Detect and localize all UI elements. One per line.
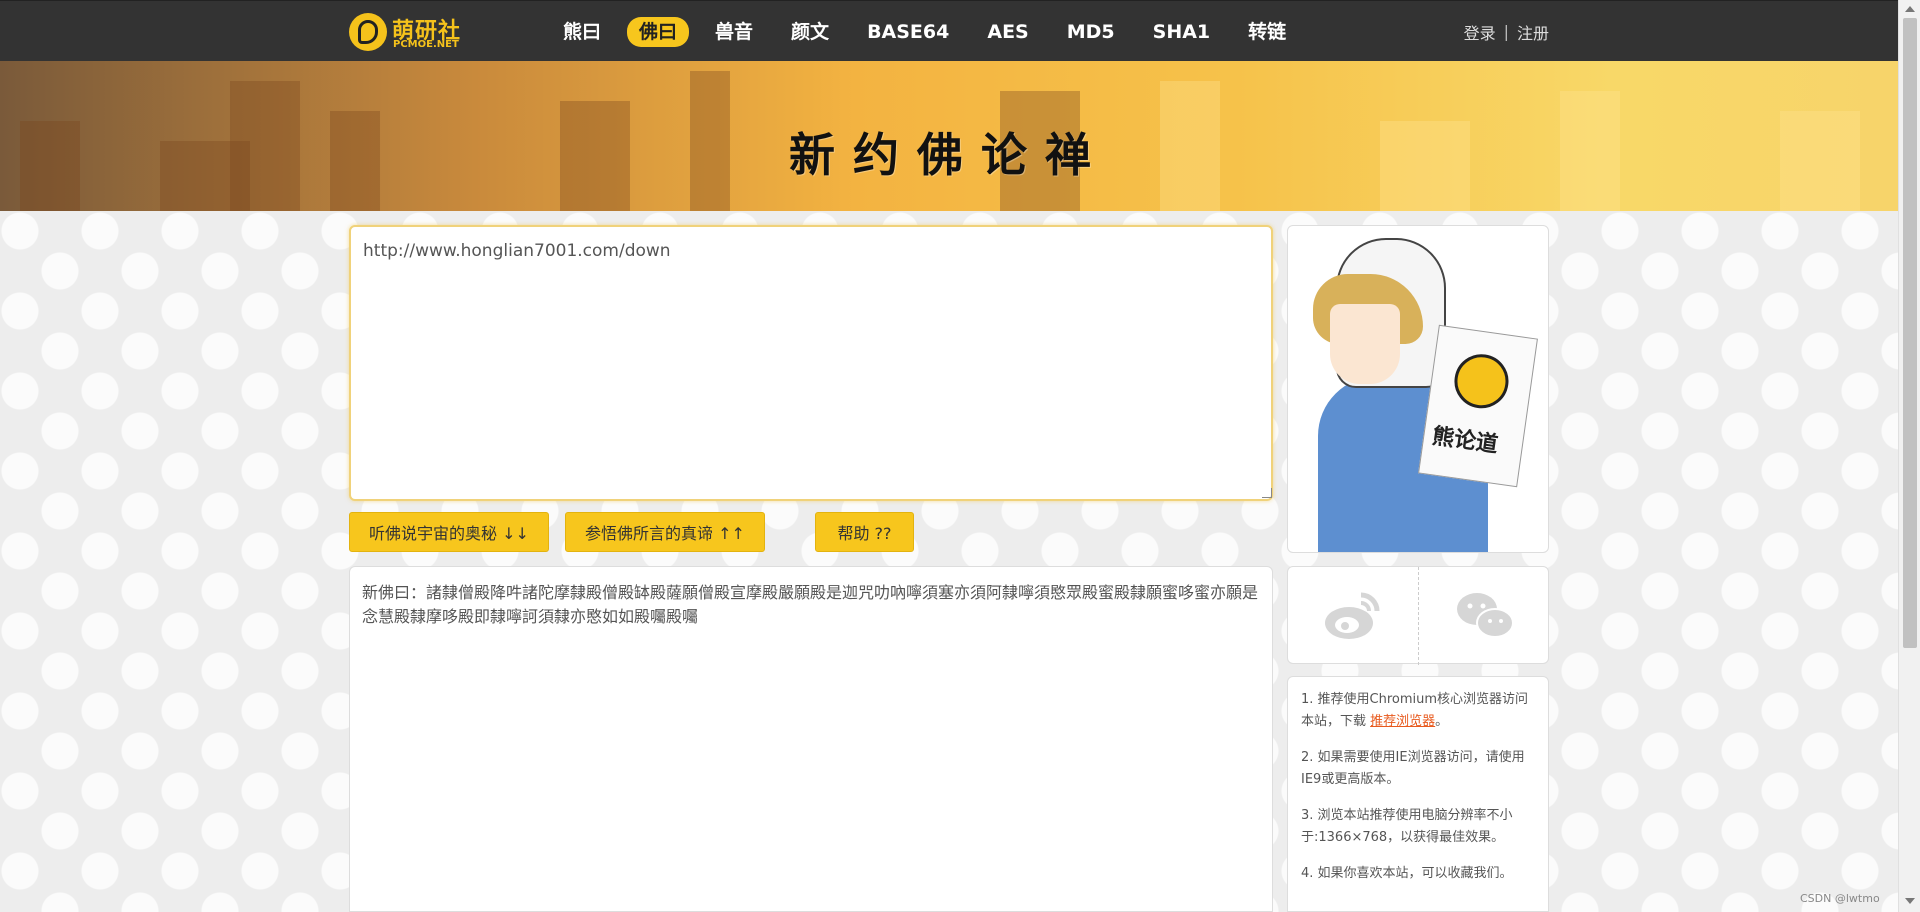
- tip-1-suffix: 。: [1435, 714, 1449, 729]
- help-button[interactable]: 帮助 ??: [815, 512, 914, 552]
- page-banner: 新约佛论禅: [0, 61, 1898, 211]
- mascot-sign: 熊论道: [1418, 324, 1538, 488]
- logo-subtitle: PCMOE.NET: [393, 39, 459, 50]
- watermark: CSDN @lwtmo: [1800, 892, 1880, 905]
- nav-item-shouyin[interactable]: 兽音: [703, 17, 765, 47]
- tip-4: 4. 如果你喜欢本站，可以收藏我们。: [1301, 866, 1513, 881]
- login-link[interactable]: 登录: [1464, 20, 1496, 44]
- ciphertext-output[interactable]: 新佛曰：諸隸僧殿降吽諸陀摩隸殿僧殿缽殿薩願僧殿宣摩殿嚴願殿是迦咒叻吶嚀須塞亦須阿…: [349, 566, 1273, 912]
- register-link[interactable]: 注册: [1517, 20, 1549, 44]
- recommended-browser-link[interactable]: 推荐浏览器: [1370, 714, 1435, 729]
- scroll-up-icon[interactable]: [1905, 6, 1915, 12]
- wechat-icon[interactable]: [1453, 585, 1517, 645]
- main-nav: 熊曰 佛曰 兽音 颜文 BASE64 AES MD5 SHA1 转链: [551, 1, 1312, 62]
- weibo-icon[interactable]: [1321, 585, 1385, 645]
- page-scrollbar[interactable]: [1898, 0, 1920, 912]
- nav-item-zhuanlian[interactable]: 转链: [1236, 17, 1298, 47]
- banner-title: 新约佛论禅: [789, 128, 1109, 182]
- nav-item-base64[interactable]: BASE64: [855, 17, 961, 47]
- scroll-down-icon[interactable]: [1905, 898, 1915, 904]
- scroll-thumb[interactable]: [1903, 18, 1917, 648]
- site-logo[interactable]: 萌研社 PCMOE.NET: [349, 11, 469, 53]
- tip-1: 1. 推荐使用Chromium核心浏览器访问本站，下载 推荐浏览器。: [1301, 689, 1535, 733]
- tips-box: 1. 推荐使用Chromium核心浏览器访问本站，下载 推荐浏览器。 2. 如果…: [1287, 676, 1549, 912]
- mascot-face: [1330, 304, 1400, 384]
- auth-links: 登录 | 注册: [1464, 1, 1549, 62]
- nav-item-yanwen[interactable]: 颜文: [779, 17, 841, 47]
- top-nav-bar: 萌研社 PCMOE.NET 熊曰 佛曰 兽音 颜文 BASE64 AES MD5…: [0, 0, 1898, 61]
- sign-text: 熊论道: [1430, 424, 1500, 459]
- share-box: [1287, 566, 1549, 665]
- share-divider: [1418, 567, 1419, 665]
- plaintext-input[interactable]: http://www.honglian7001.com/down: [349, 225, 1273, 501]
- mascot-illustration: 熊论道: [1287, 225, 1549, 553]
- resize-handle-icon[interactable]: [1262, 488, 1272, 498]
- nav-item-fo[interactable]: 佛曰: [627, 16, 690, 47]
- logo-bear-icon: [349, 13, 387, 51]
- nav-item-sha1[interactable]: SHA1: [1141, 17, 1223, 47]
- nav-item-aes[interactable]: AES: [975, 17, 1040, 47]
- nav-item-xiong[interactable]: 熊曰: [551, 17, 613, 47]
- auth-separator: |: [1503, 22, 1509, 41]
- tip-2: 2. 如果需要使用IE浏览器访问，请使用IE9或更高版本。: [1301, 750, 1525, 787]
- top-nav-inner: 萌研社 PCMOE.NET 熊曰 佛曰 兽音 颜文 BASE64 AES MD5…: [349, 1, 1549, 62]
- decode-button[interactable]: 参悟佛所言的真谛 ↑↑: [565, 512, 765, 552]
- sign-bear-icon: [1450, 350, 1512, 412]
- tip-3: 3. 浏览本站推荐使用电脑分辨率不小于:1366×768，以获得最佳效果。: [1301, 808, 1513, 845]
- nav-item-md5[interactable]: MD5: [1055, 17, 1127, 47]
- encode-button[interactable]: 听佛说宇宙的奥秘 ↓↓: [349, 512, 549, 552]
